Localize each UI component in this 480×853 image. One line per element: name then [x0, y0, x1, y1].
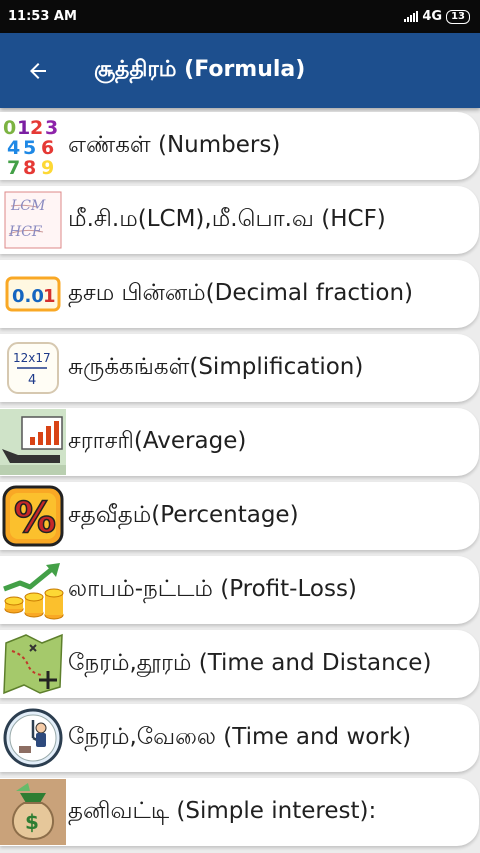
list-item-simplification[interactable]: 12x17 4 சுருக்கங்கள்(Simplification) [0, 334, 479, 402]
svg-text:LCM: LCM [10, 198, 46, 214]
decimal-icon: 0.0 1 [0, 261, 66, 327]
list-item-time-work[interactable]: நேரம்,வேலை (Time and work) [0, 704, 479, 772]
list-item-simple-interest[interactable]: $ தனிவட்டி (Simple interest): [0, 778, 479, 846]
svg-text:2: 2 [30, 117, 43, 139]
svg-text:4: 4 [7, 137, 20, 159]
list-item-label: தனிவட்டி (Simple interest): [68, 797, 377, 824]
list-item-label: நேரம்,வேலை (Time and work) [68, 723, 412, 750]
app-bar: சூத்திரம் (Formula) [0, 33, 480, 108]
list-item-decimal[interactable]: 0.0 1 தசம பின்னம்(Decimal fraction) [0, 260, 479, 328]
list-item-label: சுருக்கங்கள்(Simplification) [68, 353, 364, 380]
svg-text:12x17: 12x17 [13, 351, 51, 365]
svg-text:7: 7 [7, 157, 20, 178]
svg-text:$: $ [25, 810, 39, 834]
map-distance-icon [0, 631, 66, 697]
back-button[interactable] [18, 51, 58, 91]
svg-text:5: 5 [23, 137, 36, 159]
simplification-icon: 12x17 4 [0, 335, 66, 401]
lcm-hcf-icon: LCM HCF [0, 187, 66, 253]
svg-text:HCF: HCF [8, 224, 43, 240]
list-item-time-distance[interactable]: நேரம்,தூரம் (Time and Distance) [0, 630, 479, 698]
status-time: 11:53 AM [8, 9, 77, 24]
money-bag-icon: $ [0, 779, 66, 845]
list-item-numbers[interactable]: 0 1 2 3 4 5 6 7 8 9 எண்கள் (Numbers) [0, 112, 479, 180]
list-item-average[interactable]: சராசரி(Average) [0, 408, 479, 476]
battery-level: 13 [451, 10, 465, 22]
svg-text:1: 1 [43, 286, 56, 307]
list-item-lcm-hcf[interactable]: LCM HCF மீ.சி.ம(LCM),மீ.பொ.வ (HCF) [0, 186, 479, 254]
svg-text:4: 4 [28, 373, 36, 388]
signal-icon [404, 11, 419, 22]
numbers-icon: 0 1 2 3 4 5 6 7 8 9 [0, 113, 66, 179]
svg-text:1: 1 [17, 117, 30, 139]
list-item-profit-loss[interactable]: லாபம்-நட்டம் (Profit-Loss) [0, 556, 479, 624]
profit-loss-icon [0, 557, 66, 623]
svg-text:6: 6 [41, 137, 54, 159]
list-item-label: நேரம்,தூரம் (Time and Distance) [68, 649, 432, 676]
percentage-icon: % [0, 483, 66, 549]
list-item-percentage[interactable]: % சதவீதம்(Percentage) [0, 482, 479, 550]
status-bar: 11:53 AM 4G 13 [0, 0, 480, 33]
svg-text:8: 8 [23, 157, 36, 178]
list-item-label: சராசரி(Average) [68, 427, 247, 454]
status-indicators: 4G 13 [404, 9, 470, 24]
page-title: சூத்திரம் (Formula) [94, 56, 306, 82]
battery-icon: 13 [446, 9, 470, 24]
average-chart-icon [0, 409, 66, 475]
list-item-label: லாபம்-நட்டம் (Profit-Loss) [68, 575, 357, 602]
clock-work-icon [0, 705, 66, 771]
list-item-label: தசம பின்னம்(Decimal fraction) [68, 279, 414, 306]
svg-text:3: 3 [45, 117, 58, 139]
list-item-label: எண்கள் (Numbers) [68, 131, 281, 158]
network-type: 4G [422, 9, 443, 24]
svg-text:%: % [14, 493, 56, 542]
svg-text:0.0: 0.0 [12, 286, 44, 307]
svg-text:0: 0 [3, 117, 16, 139]
arrow-left-icon [30, 62, 46, 79]
list-item-label: சதவீதம்(Percentage) [68, 501, 299, 528]
list-item-label: மீ.சி.ம(LCM),மீ.பொ.வ (HCF) [68, 205, 386, 232]
svg-text:9: 9 [41, 157, 54, 178]
